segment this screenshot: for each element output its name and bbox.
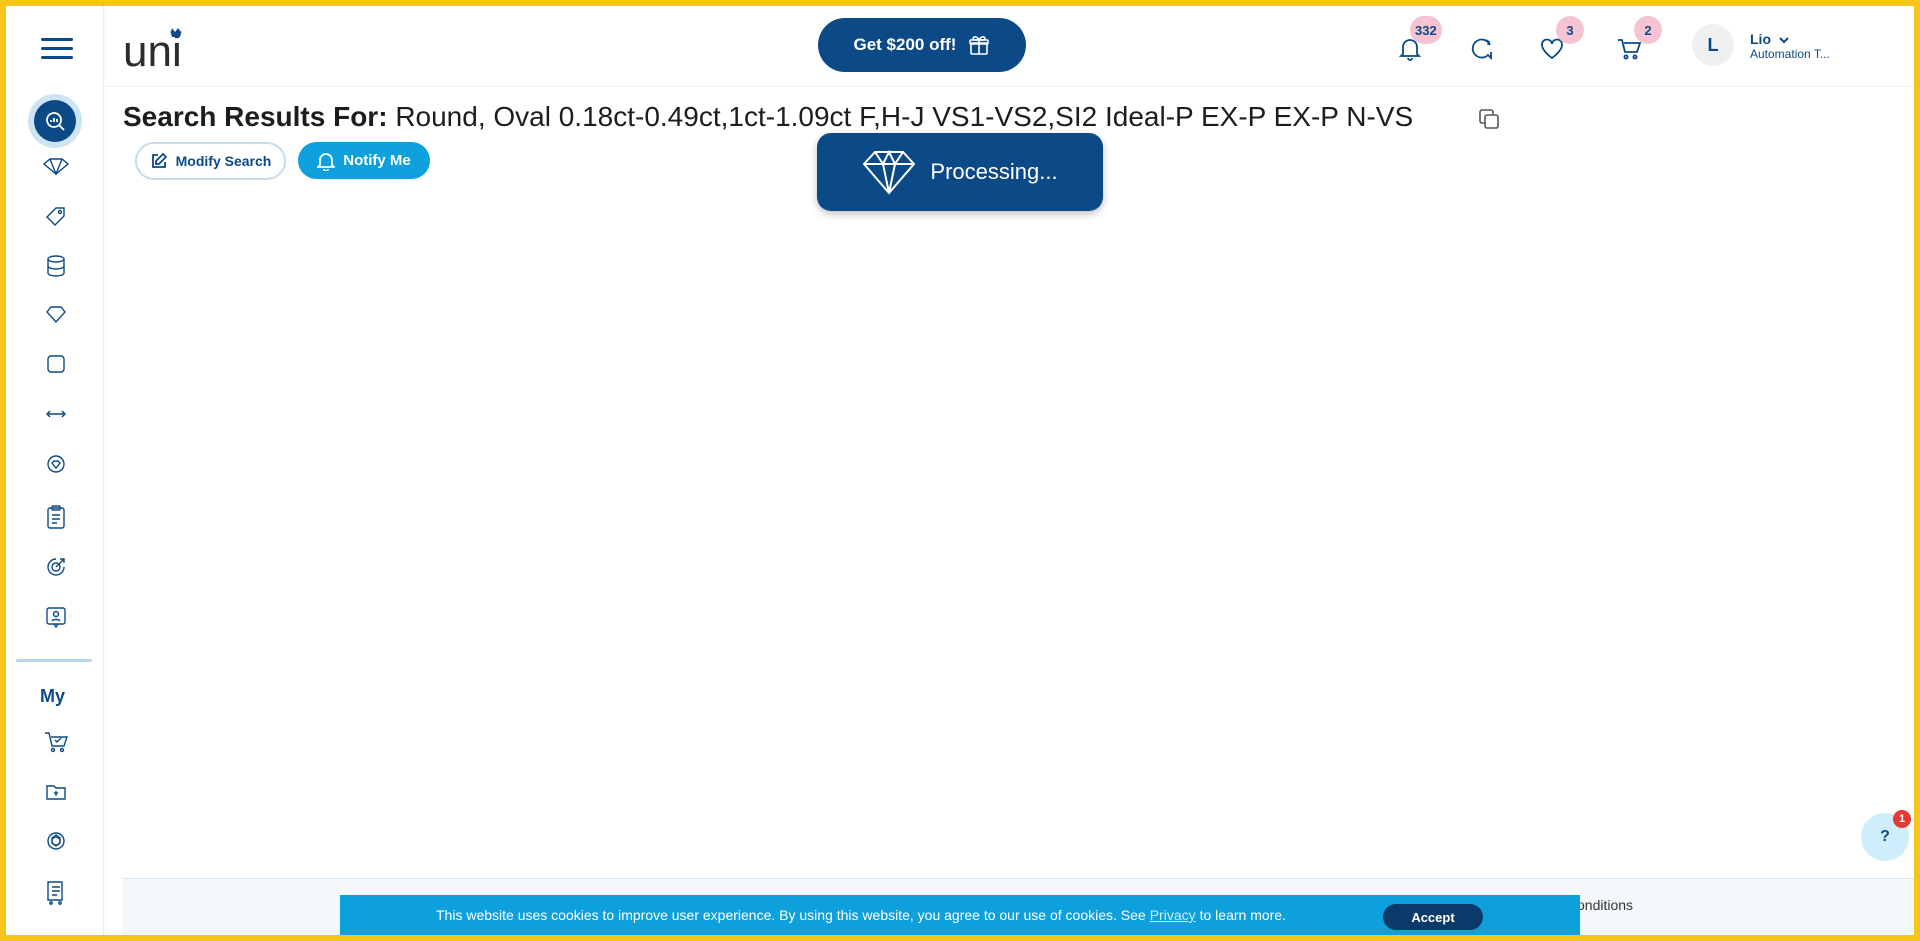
diamond-icon: [863, 149, 916, 195]
user-menu[interactable]: Lio: [1750, 31, 1789, 47]
folder-icon: [46, 785, 66, 800]
target-icon: [47, 558, 65, 576]
clipboard-icon: [47, 505, 65, 529]
copy-icon: [1479, 109, 1499, 129]
bell-icon: [317, 152, 336, 171]
notifications-badge: 332: [1410, 16, 1442, 44]
diamond-handshake-icon: [42, 158, 70, 176]
user-name: Lio: [1750, 31, 1771, 47]
sidebar-item-my-cart[interactable]: [42, 728, 70, 756]
chat-button[interactable]: [1467, 34, 1497, 64]
footer-conditions-link[interactable]: onditions: [1577, 897, 1633, 913]
favorites-badge: 3: [1556, 16, 1584, 44]
cookie-text-after: to learn more.: [1199, 907, 1286, 923]
sidebar-divider: [16, 659, 92, 662]
title-query: Round, Oval 0.18ct-0.49ct,1ct-1.09ct F,H…: [395, 101, 1414, 132]
top-header: uni Get $200 off! 332 3 2 L Lio Automati…: [105, 6, 1914, 87]
notify-me-button[interactable]: Notify Me: [298, 142, 430, 179]
privacy-link[interactable]: Privacy: [1150, 907, 1196, 923]
list-cart-icon: [47, 881, 63, 905]
sidebar: My: [6, 6, 104, 935]
menu-icon[interactable]: [41, 38, 73, 62]
search-analytics-icon: [46, 112, 65, 131]
heart-icon: [46, 306, 66, 324]
tag-icon: [46, 207, 65, 226]
gift-icon: [969, 36, 990, 55]
uni-logo[interactable]: uni: [123, 24, 193, 76]
accept-cookies-button[interactable]: Accept: [1383, 904, 1483, 930]
processing-overlay: Processing...: [817, 133, 1103, 211]
sidebar-item-my-targets[interactable]: [42, 827, 70, 855]
modify-search-label: Modify Search: [175, 153, 272, 169]
sidebar-item-my-list[interactable]: [42, 878, 70, 906]
user-subtitle: Automation T...: [1750, 47, 1830, 61]
modify-search-button[interactable]: Modify Search: [135, 142, 286, 180]
sidebar-item-orders[interactable]: [42, 503, 70, 531]
box-target-icon: [47, 832, 65, 850]
edit-icon: [151, 152, 167, 168]
cookie-text: This website uses cookies to improve use…: [436, 907, 1146, 923]
sidebar-item-profile[interactable]: [42, 603, 70, 631]
sidebar-item-diamonds[interactable]: [42, 152, 70, 180]
chevron-down-icon: [1779, 31, 1789, 47]
id-card-icon: [46, 607, 66, 629]
sidebar-item-deals[interactable]: [42, 202, 70, 230]
sidebar-item-gems[interactable]: [42, 300, 70, 328]
title-prefix: Search Results For:: [123, 101, 388, 132]
sidebar-my-label: My: [40, 686, 66, 706]
sidebar-item-certified[interactable]: [42, 450, 70, 478]
processing-label: Processing...: [930, 159, 1058, 184]
exchange-arrows-icon: [46, 410, 66, 418]
user-avatar[interactable]: L: [1692, 24, 1734, 66]
sidebar-item-inventory[interactable]: [42, 252, 70, 280]
database-icon: [47, 255, 65, 277]
sidebar-item-targets[interactable]: [42, 553, 70, 581]
sidebar-item-jewelry[interactable]: [42, 350, 70, 378]
chat-refresh-icon: [1471, 38, 1492, 61]
gem-badge-icon: [47, 455, 65, 473]
sidebar-item-search[interactable]: [28, 94, 82, 148]
promo-button[interactable]: Get $200 off!: [818, 18, 1026, 72]
cart-check-icon: [45, 732, 68, 753]
sidebar-item-my-folder[interactable]: [42, 778, 70, 806]
notify-me-label: Notify Me: [343, 152, 411, 169]
promo-label: Get $200 off!: [853, 35, 957, 54]
copy-button[interactable]: [1477, 107, 1501, 131]
sidebar-item-compare[interactable]: [42, 400, 70, 428]
help-badge: 1: [1893, 810, 1911, 828]
page-title: Search Results For: Round, Oval 0.18ct-0…: [123, 101, 1413, 133]
cart-badge: 2: [1634, 16, 1662, 44]
square-icon: [47, 355, 65, 373]
